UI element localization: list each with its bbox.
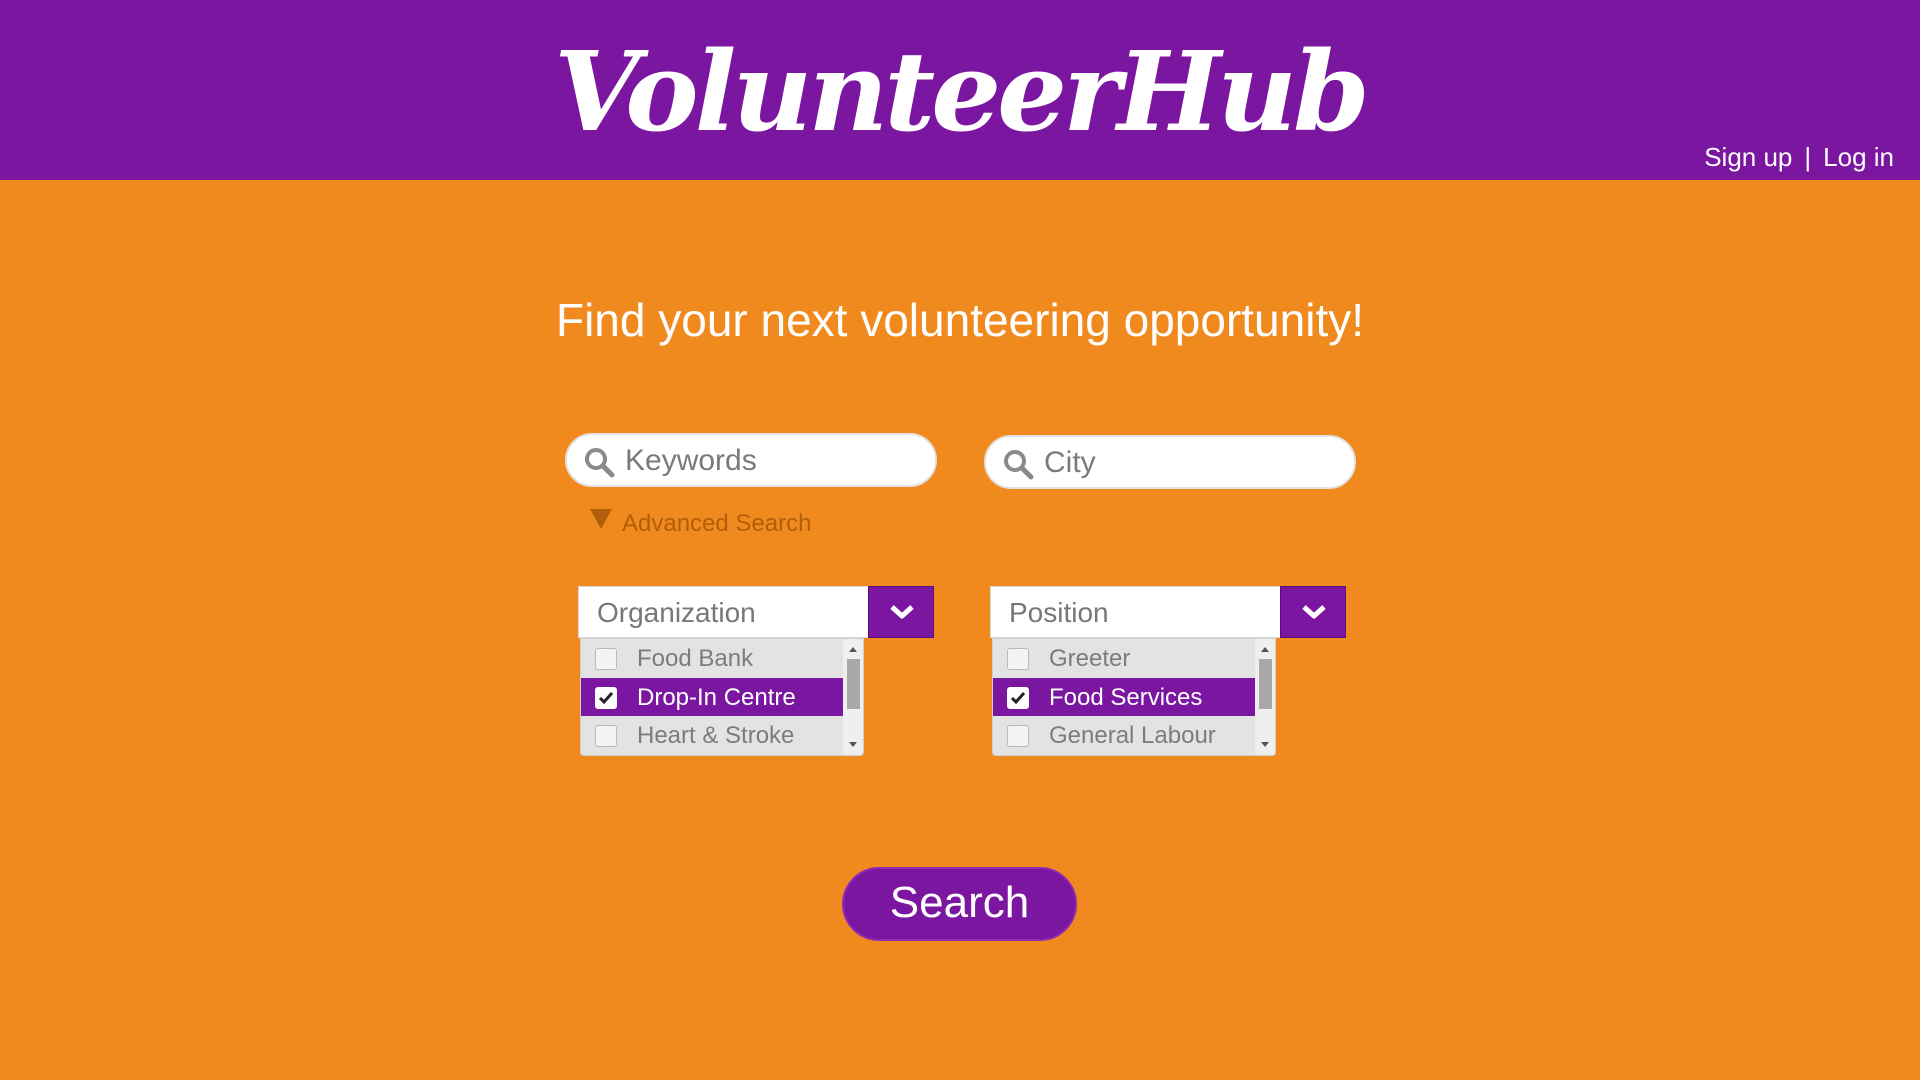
scrollbar-thumb[interactable] [1259, 659, 1272, 709]
advanced-search-toggle[interactable]: Advanced Search [590, 508, 811, 540]
advanced-search-label: Advanced Search [622, 510, 812, 537]
auth-separator: | [1804, 142, 1812, 172]
checkbox[interactable] [595, 648, 617, 670]
scrollbar-thumb[interactable] [847, 659, 860, 709]
login-link[interactable]: Log in [1823, 142, 1894, 172]
organization-option-drop-in-centre[interactable]: Drop-In Centre [581, 678, 843, 716]
search-icon [585, 448, 615, 478]
keywords-search-field[interactable] [565, 433, 937, 487]
position-select[interactable]: Position [990, 586, 1346, 638]
position-option-general-labour[interactable]: General Labour [993, 716, 1255, 754]
organization-options-list[interactable]: Food Bank Drop-In Centre Heart & Stroke [580, 638, 864, 756]
checkbox[interactable] [595, 725, 617, 747]
position-label: Position [1009, 597, 1109, 628]
organization-label: Organization [597, 597, 756, 628]
search-button[interactable]: Search [842, 867, 1077, 941]
option-label: Food Bank [637, 645, 754, 672]
option-label: Greeter [1049, 645, 1131, 672]
site-header: VolunteerHub Sign up | Log in [0, 0, 1920, 180]
scroll-up-icon[interactable] [1261, 647, 1269, 652]
auth-links: Sign up | Log in [1704, 140, 1894, 174]
triangle-down-icon [590, 509, 612, 529]
scrollbar[interactable] [843, 639, 863, 755]
checkbox-checked[interactable] [595, 687, 617, 709]
keywords-input[interactable] [625, 441, 915, 481]
volunteerhub-logo[interactable]: VolunteerHub [0, 22, 1920, 162]
chevron-down-icon [890, 605, 914, 619]
position-option-food-services[interactable]: Food Services [993, 678, 1255, 716]
checkbox[interactable] [1007, 648, 1029, 670]
option-label: Drop-In Centre [637, 684, 796, 711]
scroll-down-icon[interactable] [849, 742, 857, 747]
option-label: Heart & Stroke [637, 722, 795, 749]
page-headline: Find your next volunteering opportunity! [555, 294, 1365, 346]
organization-dropdown-button[interactable] [868, 586, 934, 638]
organization-option-heart-stroke[interactable]: Heart & Stroke [581, 716, 843, 754]
option-label: Food Services [1049, 684, 1203, 711]
search-icon [1004, 450, 1034, 480]
option-label: General Labour [1049, 722, 1216, 749]
scrollbar[interactable] [1255, 639, 1275, 755]
checkmark-icon [598, 692, 614, 705]
position-option-greeter[interactable]: Greeter [993, 639, 1255, 677]
organization-select[interactable]: Organization [578, 586, 934, 638]
checkmark-icon [1010, 692, 1026, 705]
position-dropdown[interactable]: Position Greeter Food Services General L… [990, 586, 1346, 756]
checkbox-checked[interactable] [1007, 687, 1029, 709]
city-search-field[interactable] [984, 435, 1356, 489]
scroll-down-icon[interactable] [1261, 742, 1269, 747]
position-dropdown-button[interactable] [1280, 586, 1346, 638]
scroll-up-icon[interactable] [849, 647, 857, 652]
organization-option-food-bank[interactable]: Food Bank [581, 639, 843, 677]
checkbox[interactable] [1007, 725, 1029, 747]
organization-dropdown[interactable]: Organization Food Bank Drop-In Centre He… [578, 586, 934, 756]
chevron-down-icon [1302, 605, 1326, 619]
position-options-list[interactable]: Greeter Food Services General Labour [992, 638, 1276, 756]
city-input[interactable] [1044, 443, 1334, 483]
signup-link[interactable]: Sign up [1704, 142, 1792, 172]
